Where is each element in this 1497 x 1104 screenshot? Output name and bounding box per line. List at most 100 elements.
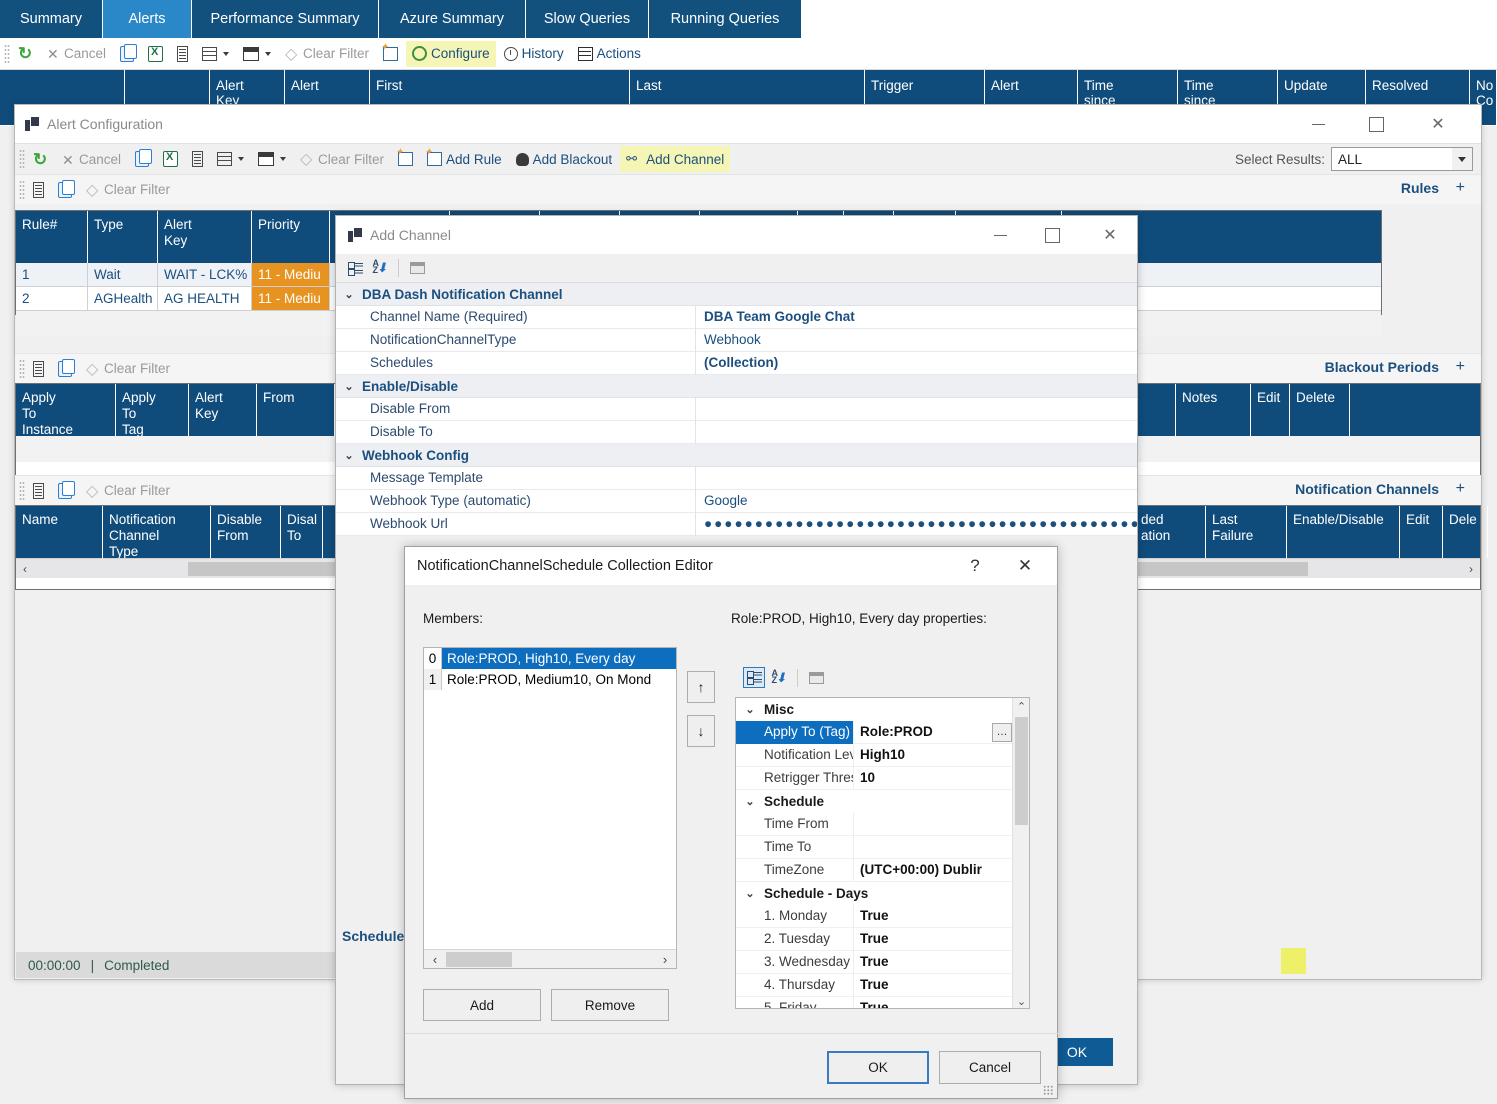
property-row[interactable]: Time From [736, 812, 1014, 836]
scroll-down-icon[interactable]: ⌄ [1013, 993, 1029, 1008]
channels-clear-filter-button[interactable]: Clear Filter [80, 478, 176, 504]
property-value[interactable]: True [854, 951, 1014, 974]
minimize-button[interactable] [977, 216, 1023, 254]
channels-copy-button[interactable] [52, 478, 78, 504]
blackout-copy-button[interactable] [52, 356, 78, 382]
ac-cancel-button[interactable]: Cancel [56, 146, 127, 172]
property-value[interactable]: Google [696, 490, 1137, 513]
property-value[interactable]: True [854, 997, 1014, 1009]
property-value[interactable] [696, 421, 1137, 444]
scroll-up-icon[interactable]: ⌃ [1013, 698, 1029, 715]
tab-summary[interactable]: Summary [0, 0, 103, 38]
property-category-row[interactable]: ⌄ Webhook Config [336, 444, 1137, 467]
property-value[interactable]: True [854, 905, 1014, 928]
ac-new-button[interactable]: ✦ [392, 146, 419, 172]
group-button[interactable] [196, 41, 235, 67]
property-category-row[interactable]: ⌄ Misc [736, 698, 1014, 721]
toolbar-gripper[interactable] [19, 480, 25, 501]
toolbar-gripper[interactable] [4, 43, 10, 64]
configure-button[interactable]: Configure [406, 40, 496, 67]
ac-columns-button[interactable] [186, 146, 209, 172]
remove-member-button[interactable]: Remove [551, 989, 669, 1021]
resize-grip[interactable] [1043, 1085, 1053, 1095]
property-row[interactable]: Webhook Url ●●●●●●●●●●●●●●●●●●●●●●●●●●●●●… [336, 512, 1137, 536]
toolbar-gripper[interactable] [19, 149, 25, 169]
column-header[interactable]: Disable From [211, 506, 281, 558]
property-row[interactable]: TimeZone (UTC+00:00) Dublir [736, 858, 1014, 882]
property-value[interactable]: (Collection) [696, 352, 1137, 375]
scrollbar-thumb[interactable] [1015, 717, 1028, 825]
property-row[interactable]: Disable To [336, 420, 1137, 444]
property-row[interactable]: Webhook Type (automatic) Google [336, 489, 1137, 513]
ac-excel-button[interactable] [157, 146, 184, 172]
ellipsis-button[interactable]: … [992, 722, 1012, 742]
add-rule-button[interactable]: ✦ Add Rule [421, 146, 508, 172]
rules-copy-button[interactable] [52, 177, 78, 203]
actions-button[interactable]: Actions [572, 41, 647, 67]
property-value[interactable]: True [854, 974, 1014, 997]
minimize-button[interactable] [1295, 105, 1341, 143]
ac-refresh-button[interactable] [27, 146, 54, 172]
column-header[interactable]: From [257, 384, 335, 436]
column-header[interactable]: Rule# [16, 211, 88, 263]
cancel-button[interactable]: Cancel [41, 41, 112, 67]
move-down-button[interactable]: ↓ [687, 715, 715, 747]
property-row[interactable]: 2. Tuesday True [736, 927, 1014, 951]
property-row[interactable]: 3. Wednesday True [736, 950, 1014, 974]
ac-clear-filter-button[interactable]: Clear Filter [294, 146, 390, 172]
property-value[interactable]: DBA Team Google Chat [696, 306, 1137, 329]
members-horizontal-scrollbar[interactable]: ‹ › [424, 949, 676, 968]
ac-group-button[interactable] [211, 146, 250, 172]
property-pages-button[interactable] [406, 258, 428, 279]
close-icon[interactable]: ✕ [1003, 547, 1047, 585]
property-value[interactable]: Role:PROD [854, 721, 992, 744]
alphabetical-sort-button[interactable]: ⬇ [369, 258, 391, 279]
property-value[interactable]: True [854, 928, 1014, 951]
property-value[interactable] [696, 398, 1137, 421]
add-channel-button[interactable]: ⚯ Add Channel [620, 146, 731, 172]
chevron-down-icon[interactable]: ⌄ [736, 887, 764, 900]
property-row[interactable]: 1. Monday True [736, 904, 1014, 928]
maximize-button[interactable] [1353, 105, 1399, 143]
column-header[interactable]: Dele [1443, 506, 1488, 558]
column-header[interactable]: ded ation [1135, 506, 1206, 558]
layout-button[interactable] [237, 41, 277, 67]
members-list[interactable]: 0 Role:PROD, High10, Every day 1 Role:PROD,… [423, 647, 677, 969]
blackout-columns-button[interactable] [27, 356, 50, 382]
property-value[interactable]: (UTC+00:00) Dublir [854, 859, 1014, 882]
list-item[interactable]: 0 Role:PROD, High10, Every day [424, 648, 676, 669]
clear-filter-button[interactable]: Clear Filter [279, 41, 375, 67]
rules-clear-filter-button[interactable]: Clear Filter [80, 177, 176, 203]
property-row[interactable]: Schedules (Collection) [336, 351, 1137, 375]
property-category-row[interactable]: ⌄ DBA Dash Notification Channel [336, 283, 1137, 306]
chevron-down-icon[interactable] [1452, 148, 1472, 170]
property-row[interactable]: Message Template [336, 466, 1137, 490]
column-header[interactable]: Last Failure [1206, 506, 1287, 558]
refresh-button[interactable] [12, 41, 39, 67]
add-item-button[interactable]: ✦ [377, 41, 404, 67]
property-row[interactable]: Disable From [336, 397, 1137, 421]
column-header[interactable]: Edit [1400, 506, 1443, 558]
column-header[interactable]: Delete [1290, 384, 1350, 436]
property-row[interactable]: Time To [736, 835, 1014, 859]
channels-add-icon[interactable]: + [1456, 480, 1465, 498]
column-header[interactable]: Edit [1251, 384, 1290, 436]
toolbar-gripper[interactable] [19, 358, 25, 379]
property-row[interactable]: Retrigger Thresh10 [736, 766, 1014, 790]
chevron-down-icon[interactable]: ⌄ [336, 288, 362, 301]
column-header[interactable]: Type [88, 211, 158, 263]
ac-copy-button[interactable] [129, 146, 155, 172]
cancel-button[interactable]: Cancel [939, 1051, 1041, 1084]
tab-alerts[interactable]: Alerts [103, 0, 192, 38]
scroll-right-icon[interactable]: › [1462, 562, 1480, 576]
blackout-clear-filter-button[interactable]: Clear Filter [80, 356, 176, 382]
property-value[interactable] [696, 467, 1137, 490]
close-button[interactable] [1415, 105, 1461, 143]
property-row[interactable]: Apply To (Tag) Role:PROD… [736, 720, 1014, 744]
list-item[interactable]: 1 Role:PROD, Medium10, On Mond [424, 669, 676, 690]
chevron-down-icon[interactable]: ⌄ [336, 449, 362, 462]
help-icon[interactable]: ? [955, 547, 995, 585]
tab-performance-summary[interactable]: Performance Summary [192, 0, 379, 38]
move-up-button[interactable]: ↑ [687, 671, 715, 703]
column-header[interactable]: Name [16, 506, 103, 558]
